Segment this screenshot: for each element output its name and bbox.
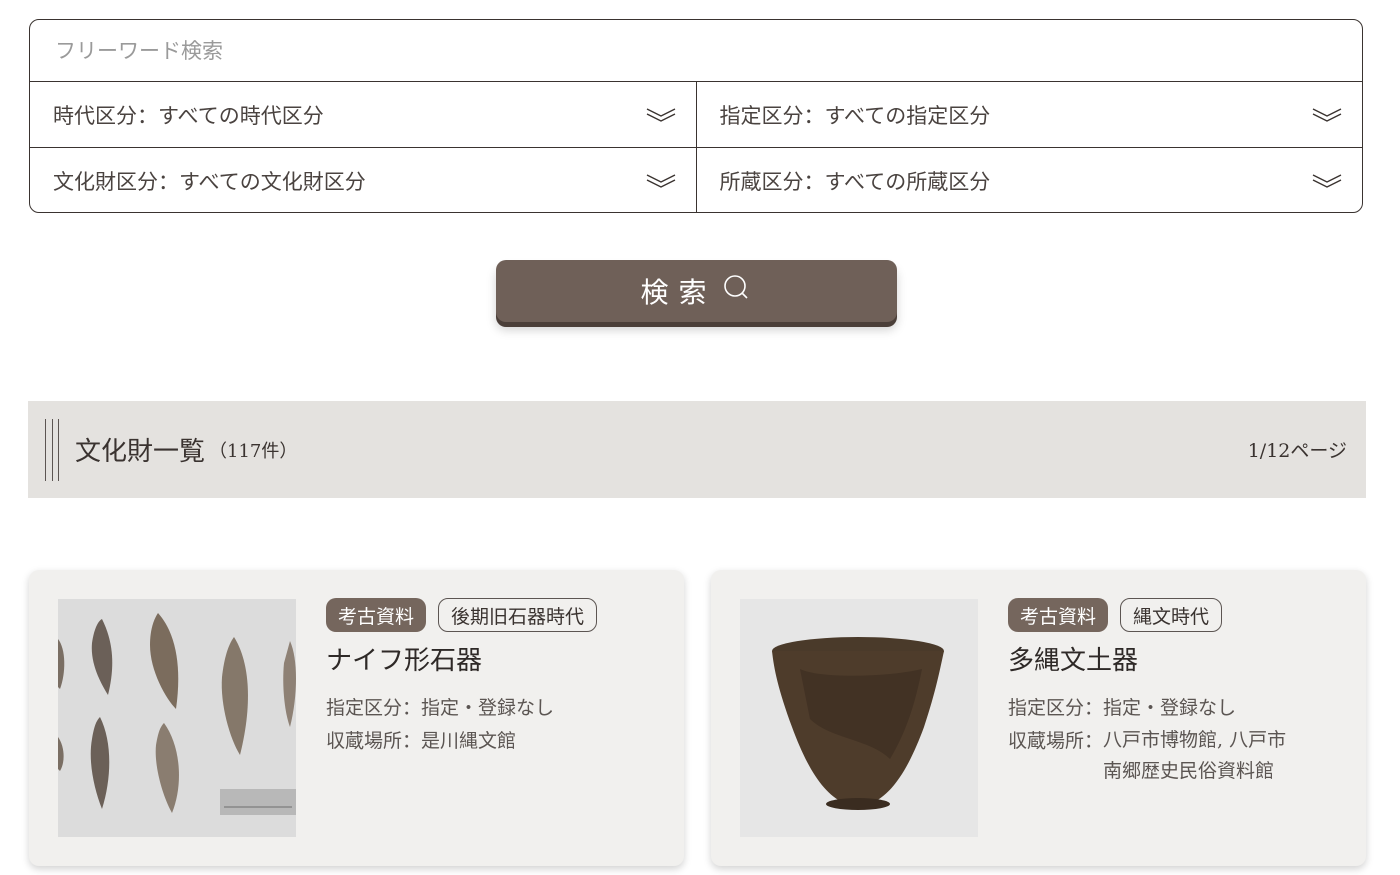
list-title: 文化財一覧 <box>75 437 206 467</box>
cultural-property-card[interactable]: 考古資料 縄文時代 多縄文土器 指定区分： 指定・登録なし 収蔵場所： 八戸市博… <box>711 570 1366 866</box>
pottery-vessel-image <box>740 599 978 837</box>
location-value: 是川縄文館 <box>421 725 516 758</box>
holding-filter-label: 所蔵区分：すべての所蔵区分 <box>719 169 991 194</box>
location-value: 八戸市博物館, 八戸市 南郷歴史民俗資料館 <box>1103 725 1286 787</box>
designation-key: 指定区分： <box>326 697 422 719</box>
period-filter-label: 時代区分：すべての時代区分 <box>53 103 324 128</box>
filter-row-2: 文化財区分：すべての文化財区分 所蔵区分：すべての所蔵区分 <box>30 147 1363 212</box>
location-key: 収蔵場所： <box>1008 730 1104 752</box>
freeword-field-container <box>30 20 1362 82</box>
knife-blade-stone-tool-image <box>58 599 296 837</box>
chevron-down-icon <box>1312 173 1342 189</box>
period-filter-select[interactable]: 時代区分：すべての時代区分 <box>30 82 697 147</box>
period-tag: 後期旧石器時代 <box>438 598 598 632</box>
search-button[interactable]: 検索 <box>496 260 897 322</box>
period-tag: 縄文時代 <box>1120 598 1223 632</box>
location-row: 収蔵場所： 八戸市博物館, 八戸市 南郷歴史民俗資料館 <box>1008 725 1346 787</box>
list-header: 文化財一覧 （117件） 1/12ページ <box>28 401 1366 498</box>
designation-key: 指定区分： <box>1008 697 1104 719</box>
card-meta: 指定区分： 指定・登録なし 収蔵場所： 是川縄文館 <box>326 692 664 758</box>
category-filter-select[interactable]: 文化財区分：すべての文化財区分 <box>30 148 697 212</box>
chevron-down-icon <box>1312 107 1342 123</box>
cultural-property-card[interactable]: 考古資料 後期旧石器時代 ナイフ形石器 指定区分： 指定・登録なし 収蔵場所： … <box>29 570 684 866</box>
category-filter-label: 文化財区分：すべての文化財区分 <box>53 169 366 194</box>
card-meta: 指定区分： 指定・登録なし 収蔵場所： 八戸市博物館, 八戸市 南郷歴史民俗資料… <box>1008 692 1346 787</box>
designation-filter-select[interactable]: 指定区分：すべての指定区分 <box>697 82 1363 147</box>
location-line: 是川縄文館 <box>421 730 517 752</box>
designation-value: 指定・登録なし <box>1103 697 1237 719</box>
location-key: 収蔵場所： <box>326 730 422 752</box>
designation-value: 指定・登録なし <box>421 697 555 719</box>
card-tags: 考古資料 後期旧石器時代 <box>326 598 664 632</box>
location-line: 南郷歴史民俗資料館 <box>1103 760 1275 782</box>
page-indicator: 1/12ページ <box>1247 440 1347 462</box>
holding-filter-select[interactable]: 所蔵区分：すべての所蔵区分 <box>697 148 1363 212</box>
filter-row-1: 時代区分：すべての時代区分 指定区分：すべての指定区分 <box>30 82 1362 147</box>
card-title: 多縄文土器 <box>1008 646 1139 676</box>
chevron-down-icon <box>646 173 676 189</box>
card-info: 考古資料 後期旧石器時代 ナイフ形石器 指定区分： 指定・登録なし 収蔵場所： … <box>326 598 664 758</box>
list-count: （117件） <box>209 440 298 462</box>
category-tag: 考古資料 <box>1008 598 1109 632</box>
location-row: 収蔵場所： 是川縄文館 <box>326 725 664 758</box>
freeword-search-input[interactable] <box>53 37 1362 64</box>
designation-filter-label: 指定区分：すべての指定区分 <box>719 103 991 128</box>
search-icon <box>723 274 753 308</box>
designation-row: 指定区分： 指定・登録なし <box>326 692 664 725</box>
header-bars-decoration <box>45 418 59 481</box>
location-line: 八戸市博物館, 八戸市 <box>1103 729 1287 751</box>
search-panel: 時代区分：すべての時代区分 指定区分：すべての指定区分 文化財区分：すべての文化… <box>29 19 1363 213</box>
card-title: ナイフ形石器 <box>326 646 483 676</box>
card-tags: 考古資料 縄文時代 <box>1008 598 1346 632</box>
category-tag: 考古資料 <box>326 598 427 632</box>
designation-row: 指定区分： 指定・登録なし <box>1008 692 1346 725</box>
search-button-label: 検索 <box>640 276 717 309</box>
card-info: 考古資料 縄文時代 多縄文土器 指定区分： 指定・登録なし 収蔵場所： 八戸市博… <box>1008 598 1346 787</box>
chevron-down-icon <box>646 107 676 123</box>
